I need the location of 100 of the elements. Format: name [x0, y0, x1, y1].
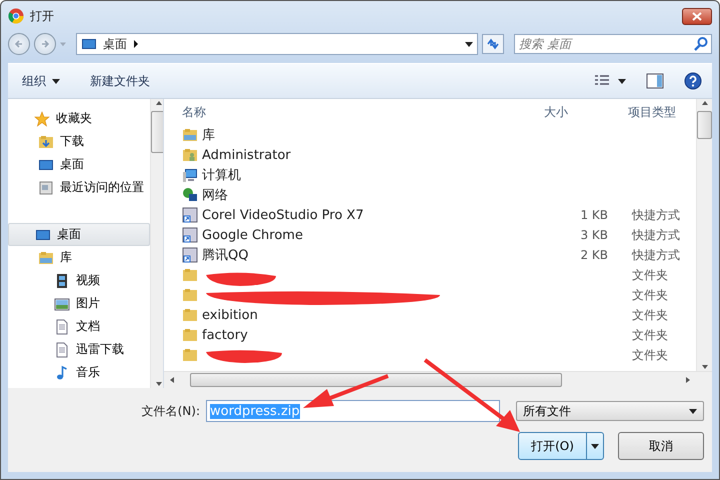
sidebar-item[interactable]: 音乐: [8, 361, 150, 384]
folder-icon: [182, 287, 198, 303]
scroll-thumb[interactable]: [151, 111, 163, 153]
user-folder-icon: [182, 147, 198, 163]
folder-icon: [182, 307, 198, 323]
library-folder-icon: [182, 127, 198, 143]
file-row[interactable]: 文件夹: [164, 285, 696, 305]
sidebar-item[interactable]: 桌面: [8, 223, 150, 246]
file-type: 快捷方式: [632, 248, 680, 262]
file-name: factory: [202, 328, 248, 342]
caret-icon: [618, 77, 626, 85]
file-name: 计算机: [202, 167, 241, 184]
column-header[interactable]: 名称: [164, 104, 534, 120]
window-title: 打开: [30, 8, 54, 24]
close-button[interactable]: [682, 8, 712, 24]
column-header[interactable]: 大小: [534, 104, 618, 120]
caret-icon: [689, 407, 697, 415]
browser-logo-icon: [8, 8, 24, 24]
shortcut-icon: [182, 227, 198, 243]
open-button[interactable]: 打开(O): [518, 432, 604, 460]
file-type: 文件夹: [632, 308, 668, 322]
sidebar-item[interactable]: 桌面: [8, 153, 150, 176]
file-row[interactable]: Google Chrome 3 KB 快捷方式: [164, 225, 696, 245]
caret-icon: [52, 77, 60, 85]
sidebar-item[interactable]: 下载: [8, 130, 150, 153]
scroll-left-arrow-icon[interactable]: [168, 376, 176, 384]
file-name: 网络: [202, 187, 228, 204]
file-type: 文件夹: [632, 268, 668, 282]
file-row[interactable]: 网络: [164, 185, 696, 205]
file-row[interactable]: Corel VideoStudio Pro X7 1 KB 快捷方式: [164, 205, 696, 225]
sidebar-item[interactable]: 最近访问的位置: [8, 176, 150, 199]
redaction-mark: [206, 272, 276, 286]
sidebar-item[interactable]: 文档: [8, 315, 150, 338]
network-icon: [182, 187, 198, 203]
help-icon[interactable]: [684, 72, 702, 90]
file-type: 快捷方式: [632, 228, 680, 242]
cancel-button[interactable]: 取消: [618, 432, 704, 460]
file-row[interactable]: Administrator: [164, 145, 696, 165]
sidebar-item[interactable]: 迅雷下载: [8, 338, 150, 361]
document-icon: [54, 342, 70, 358]
new-folder-button[interactable]: 新建文件夹: [86, 70, 154, 92]
search-field[interactable]: 搜索 桌面: [514, 34, 712, 54]
file-name: Corel VideoStudio Pro X7: [202, 208, 364, 222]
film-icon: [54, 272, 70, 288]
sidebar-item[interactable]: 收藏夹: [8, 107, 150, 130]
picture-icon: [54, 296, 70, 312]
file-name: exibition: [202, 308, 258, 322]
file-type: 文件夹: [632, 328, 668, 342]
file-row[interactable]: 计算机: [164, 165, 696, 185]
file-row[interactable]: exibition 文件夹: [164, 305, 696, 325]
refresh-button[interactable]: [482, 34, 504, 54]
forward-arrow-icon: [40, 39, 50, 49]
shortcut-icon: [182, 247, 198, 263]
file-size: 1 KB: [580, 208, 608, 222]
folder-icon: [182, 347, 198, 363]
file-name: Administrator: [202, 148, 291, 162]
sidebar-item[interactable]: 视频: [8, 269, 150, 292]
scroll-right-arrow-icon[interactable]: [684, 376, 692, 384]
folder-icon: [38, 134, 54, 150]
file-row[interactable]: 文件夹: [164, 345, 696, 365]
scroll-thumb[interactable]: [190, 373, 562, 387]
shortcut-icon: [182, 207, 198, 223]
breadcrumb-arrow-icon[interactable]: [133, 40, 139, 48]
folder-icon: [182, 267, 198, 283]
address-location[interactable]: 桌面: [103, 36, 127, 52]
search-icon: [693, 36, 709, 52]
sidebar-item[interactable]: 图片: [8, 292, 150, 315]
address-bar[interactable]: 桌面: [76, 33, 478, 55]
file-row[interactable]: 腾讯QQ 2 KB 快捷方式: [164, 245, 696, 265]
back-arrow-icon: [14, 39, 24, 49]
caret-icon: [465, 40, 473, 48]
computer-icon: [182, 167, 198, 183]
column-header[interactable]: 项目类型: [618, 104, 696, 120]
close-icon: [692, 12, 702, 20]
file-type: 文件夹: [632, 348, 668, 362]
file-type: 快捷方式: [632, 208, 680, 222]
horizontal-scrollbar[interactable]: [164, 371, 712, 388]
scroll-down-arrow-icon[interactable]: [154, 380, 162, 388]
monitor-icon: [81, 36, 97, 52]
preview-pane-icon[interactable]: [646, 73, 664, 89]
file-row[interactable]: 库: [164, 125, 696, 145]
scroll-thumb[interactable]: [697, 111, 712, 139]
sidebar-item[interactable]: 库: [8, 246, 150, 269]
document-icon: [54, 318, 70, 334]
scroll-up-arrow-icon[interactable]: [154, 99, 162, 107]
recent-places-icon: [38, 180, 54, 196]
star-icon: [34, 110, 50, 126]
scrollbar[interactable]: [150, 99, 163, 388]
library-folder-icon: [38, 250, 54, 266]
scroll-down-arrow-icon[interactable]: [700, 363, 708, 371]
scroll-up-arrow-icon[interactable]: [700, 99, 708, 107]
file-type-dropdown[interactable]: 所有文件: [516, 401, 704, 421]
refresh-arrows-icon: [486, 38, 500, 50]
file-name: 腾讯QQ: [202, 247, 248, 264]
file-row[interactable]: 文件夹: [164, 265, 696, 285]
organize-menu[interactable]: 组织: [18, 70, 64, 92]
file-row[interactable]: factory 文件夹: [164, 325, 696, 345]
file-size: 3 KB: [580, 228, 608, 242]
scrollbar[interactable]: [696, 99, 712, 371]
file-name: 库: [202, 127, 215, 144]
